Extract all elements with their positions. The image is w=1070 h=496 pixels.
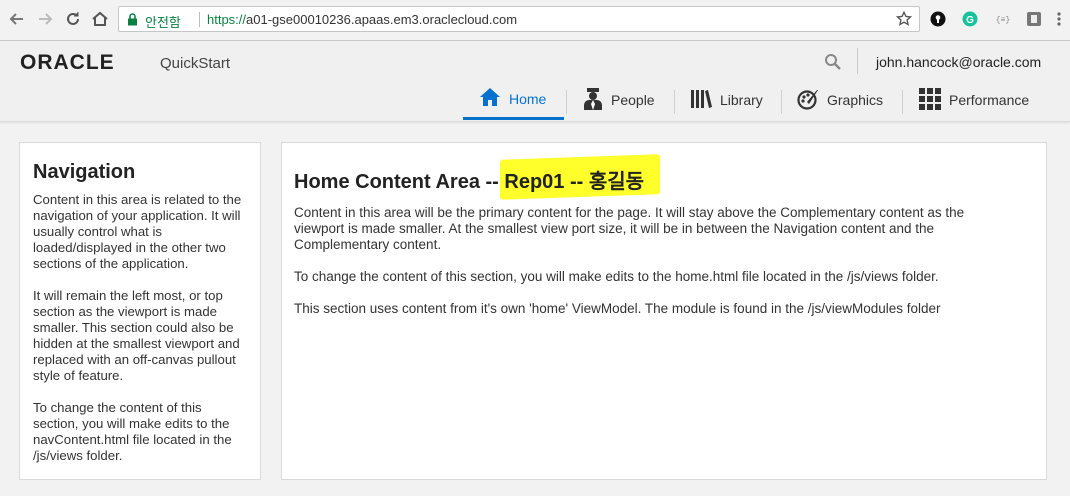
lock-icon — [127, 13, 138, 31]
navigation-paragraph: Content in this area is related to the n… — [33, 192, 242, 271]
tab-label: People — [611, 92, 655, 108]
content-paragraph: This section uses content from it's own … — [294, 301, 941, 316]
tab-bar: Home People Library Graphics Performance — [0, 84, 1070, 121]
code-extension-icon[interactable]: {≡} — [994, 10, 1012, 28]
content-paragraph: To change the content of this section, y… — [294, 269, 939, 284]
app-header: ORACLE QuickStart john.hancock@oracle.co… — [0, 41, 1070, 122]
library-icon — [690, 89, 712, 112]
tab-performance[interactable]: Performance — [919, 84, 1029, 120]
navigation-title: Navigation — [33, 161, 136, 183]
keyhole-extension-icon[interactable] — [929, 10, 947, 28]
secure-label: 안전함 — [145, 15, 181, 30]
browser-toolbar: 안전함 https://a01-gse00010236.apaas.em3.or… — [0, 0, 1070, 41]
title-prefix: Home Content Area -- — [294, 171, 505, 193]
person-icon — [583, 87, 603, 113]
tab-label: Performance — [949, 92, 1030, 108]
navigation-paragraph: It will remain the left most, or top sec… — [33, 288, 240, 383]
title-highlight: Rep01 -- 홍길동 — [504, 165, 644, 194]
header-separator — [857, 48, 858, 74]
main-content-panel: Home Content Area -- Rep01 -- 홍길동 Conten… — [281, 142, 1047, 480]
grid-icon — [919, 87, 941, 113]
reload-icon[interactable] — [62, 8, 84, 30]
menu-icon[interactable] — [1050, 10, 1068, 28]
tab-home[interactable]: Home — [463, 84, 564, 120]
navigation-panel: Navigation Content in this area is relat… — [19, 142, 261, 480]
tab-people[interactable]: People — [583, 84, 655, 120]
tab-separator — [674, 90, 675, 114]
tab-separator — [566, 90, 567, 114]
tab-library[interactable]: Library — [690, 84, 763, 120]
oracle-logo: ORACLE — [20, 51, 115, 74]
search-icon[interactable] — [824, 53, 842, 76]
tab-graphics[interactable]: Graphics — [797, 84, 883, 120]
tab-separator — [902, 90, 903, 114]
home-icon — [479, 87, 501, 110]
grammarly-extension-icon[interactable]: G — [961, 10, 979, 28]
product-name: QuickStart — [160, 55, 231, 72]
user-menu[interactable]: john.hancock@oracle.com — [876, 54, 1041, 70]
back-icon[interactable] — [6, 8, 28, 30]
svg-text:{≡}: {≡} — [996, 16, 1010, 25]
address-separator — [199, 12, 200, 27]
palette-icon — [797, 88, 819, 113]
svg-text:G: G — [966, 15, 974, 26]
bookmark-star-icon[interactable] — [895, 10, 913, 33]
address-bar[interactable]: 안전함 https://a01-gse00010236.apaas.em3.or… — [118, 6, 920, 32]
navigation-paragraph: To change the content of this section, y… — [33, 400, 232, 463]
forward-icon[interactable] — [34, 8, 56, 30]
page-title: Home Content Area -- Rep01 -- 홍길동 — [294, 165, 1034, 194]
content-paragraph: Content in this area will be the primary… — [294, 205, 965, 252]
extension-icon[interactable] — [1025, 10, 1043, 28]
tab-label: Library — [720, 92, 763, 108]
url-text[interactable]: https://a01-gse00010236.apaas.em3.oracle… — [207, 12, 517, 27]
home-browser-icon[interactable] — [89, 8, 111, 30]
tab-label: Graphics — [827, 92, 884, 108]
tab-label: Home — [509, 90, 547, 107]
tab-separator — [781, 90, 782, 114]
